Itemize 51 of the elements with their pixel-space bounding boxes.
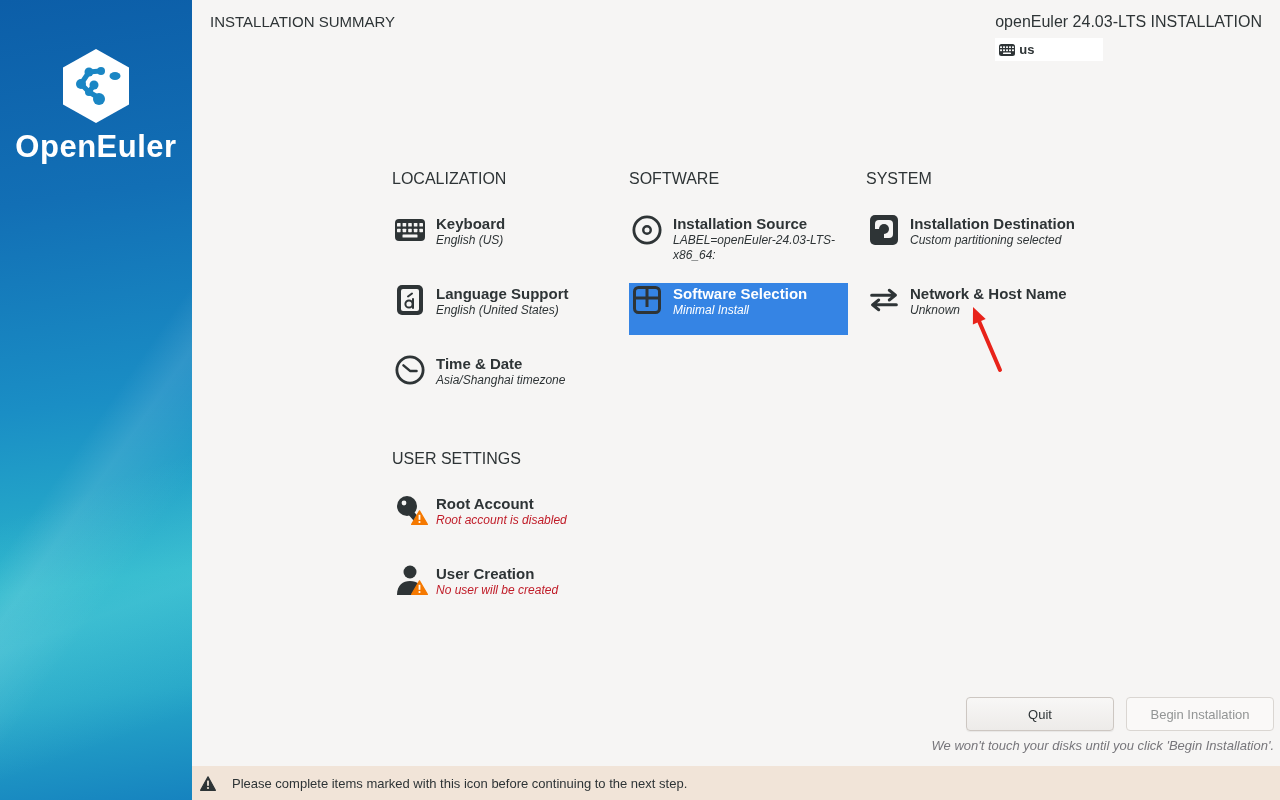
- spoke-title: Installation Source: [673, 215, 808, 233]
- spoke-title: User Creation: [436, 565, 535, 583]
- spoke-title: Network & Host Name: [910, 285, 1067, 303]
- spoke-status: Custom partitioning selected: [910, 233, 1062, 248]
- keyboard-icon: [999, 43, 1016, 56]
- logo-wordmark: OpenEuler: [15, 129, 177, 165]
- spoke-status: LABEL=openEuler-24.03-LTS-x86_64:: [673, 233, 836, 263]
- hub-spoke[interactable]: Time & Date Asia/Shanghai timezone: [392, 353, 611, 405]
- warning-message: Please complete items marked with this icon before continuing to the next step.: [232, 775, 688, 791]
- drive-icon: [870, 215, 898, 245]
- product-title: openEuler 24.03-LTS INSTALLATION: [995, 13, 1262, 31]
- spoke-status: English (United States): [436, 303, 559, 318]
- category-heading: LOCALIZATION: [392, 169, 507, 189]
- hub-spoke[interactable]: Root Account Root account is disabled: [392, 493, 611, 545]
- category-heading: SYSTEM: [866, 169, 932, 189]
- hub-spoke[interactable]: User Creation No user will be created: [392, 563, 611, 615]
- spoke-title: Root Account: [436, 495, 534, 513]
- disc-icon: [632, 214, 662, 246]
- hub-spoke[interactable]: Network & Host Name Unknown: [866, 283, 1085, 335]
- warning-icon: [411, 580, 428, 595]
- clock-icon: [395, 354, 425, 386]
- spoke-title: Software Selection: [673, 285, 808, 303]
- hub-spoke[interactable]: Language Support English (United States): [392, 283, 611, 335]
- hub-spoke[interactable]: Keyboard English (US): [392, 213, 611, 265]
- warning-icon: [411, 510, 428, 525]
- spoke-status: English (US): [436, 233, 504, 248]
- action-button[interactable]: Quit: [966, 697, 1114, 731]
- hub-spoke[interactable]: Installation Destination Custom partitioning selected: [866, 213, 1085, 265]
- warning-icon: [200, 775, 216, 791]
- spoke-status: Unknown: [910, 303, 961, 318]
- category-heading: SOFTWARE: [629, 169, 720, 189]
- spoke-title: Keyboard: [436, 215, 506, 233]
- hub-spoke[interactable]: Software Selection Minimal Install: [629, 283, 848, 335]
- screen-title: INSTALLATION SUMMARY: [210, 13, 396, 31]
- disk-notice: We won't touch your disks until you click 'Begin Installation'.: [931, 738, 1274, 754]
- box-icon: [633, 286, 661, 314]
- letter-tile-icon: [397, 285, 423, 315]
- spoke-status: No user will be created: [436, 583, 559, 598]
- spoke-title: Installation Destination: [910, 215, 1075, 233]
- spoke-title: Time & Date: [436, 355, 523, 373]
- spoke-status: Root account is disabled: [436, 513, 567, 528]
- spoke-status: Minimal Install: [673, 303, 750, 318]
- annotation-arrow: [972, 307, 1002, 372]
- swap-arrows-icon: [869, 287, 899, 313]
- hub-spoke[interactable]: Installation Source LABEL=openEuler-24.03-LTS-x86_64:: [629, 213, 848, 265]
- hexagon-logo-icon: [63, 49, 129, 123]
- spoke-title: Language Support: [436, 285, 569, 303]
- spoke-status: Asia/Shanghai timezone: [436, 373, 566, 388]
- category-heading: USER SETTINGS: [392, 449, 521, 469]
- keyboard-layout-indicator[interactable]: us: [995, 38, 1104, 61]
- keyboard-icon: [395, 219, 425, 241]
